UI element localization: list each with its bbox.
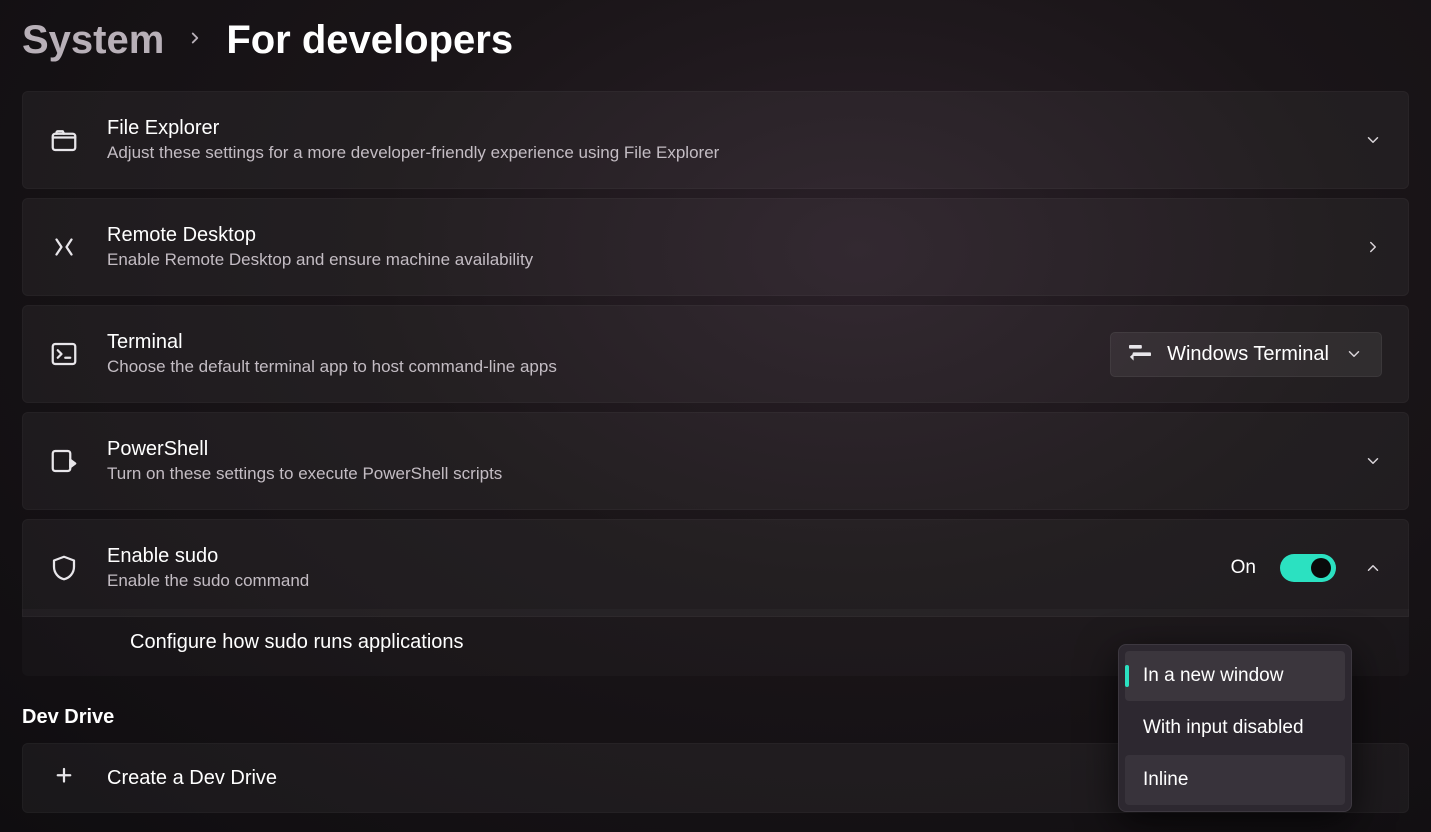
terminal-icon <box>49 339 79 369</box>
toggle-state-label: On <box>1231 557 1256 579</box>
terminal-card: Terminal Choose the default terminal app… <box>22 305 1409 403</box>
card-desc: Enable Remote Desktop and ensure machine… <box>107 250 1336 270</box>
card-desc: Adjust these settings for a more develop… <box>107 143 1336 163</box>
chevron-down-icon <box>1364 452 1382 470</box>
chevron-down-icon <box>1345 345 1363 363</box>
card-title: Remote Desktop <box>107 224 1336 247</box>
shield-icon <box>49 553 79 583</box>
popup-option-inline[interactable]: Inline <box>1125 755 1345 805</box>
folder-icon <box>49 125 79 155</box>
drive-plus-icon <box>49 764 79 794</box>
chevron-right-icon <box>1364 238 1382 256</box>
card-text: Remote Desktop Enable Remote Desktop and… <box>107 224 1336 270</box>
dropdown-value: Windows Terminal <box>1167 343 1329 366</box>
file-explorer-card[interactable]: File Explorer Adjust these settings for … <box>22 91 1409 189</box>
terminal-dropdown-wrap: Windows Terminal <box>1110 332 1382 377</box>
card-text: Enable sudo Enable the sudo command <box>107 545 1203 591</box>
terminal-app-dropdown[interactable]: Windows Terminal <box>1110 332 1382 377</box>
card-title: File Explorer <box>107 117 1336 140</box>
card-desc: Enable the sudo command <box>107 571 1203 591</box>
card-title: Enable sudo <box>107 545 1203 568</box>
page-title: For developers <box>226 18 513 63</box>
toggle-knob <box>1311 558 1331 578</box>
chevron-right-icon <box>186 24 204 58</box>
sudo-toggle-wrap: On <box>1231 554 1382 582</box>
breadcrumb-parent[interactable]: System <box>22 18 164 63</box>
card-desc: Turn on these settings to execute PowerS… <box>107 464 1336 484</box>
terminal-app-icon <box>1129 345 1151 363</box>
breadcrumb: System For developers <box>22 18 1409 63</box>
powershell-icon <box>49 446 79 476</box>
card-text: File Explorer Adjust these settings for … <box>107 117 1336 163</box>
card-title: PowerShell <box>107 438 1336 461</box>
powershell-card[interactable]: PowerShell Turn on these settings to exe… <box>22 412 1409 510</box>
card-title: Terminal <box>107 331 1082 354</box>
popup-option-new-window[interactable]: In a new window <box>1125 651 1345 701</box>
sudo-toggle[interactable] <box>1280 554 1336 582</box>
chevron-down-icon <box>1364 131 1382 149</box>
popup-option-input-disabled[interactable]: With input disabled <box>1125 703 1345 753</box>
card-text: PowerShell Turn on these settings to exe… <box>107 438 1336 484</box>
remote-desktop-card[interactable]: Remote Desktop Enable Remote Desktop and… <box>22 198 1409 296</box>
chevron-up-icon <box>1364 559 1382 577</box>
card-desc: Choose the default terminal app to host … <box>107 357 1082 377</box>
remote-desktop-icon <box>49 232 79 262</box>
sudo-mode-popup: In a new window With input disabled Inli… <box>1118 644 1352 812</box>
enable-sudo-card[interactable]: Enable sudo Enable the sudo command On <box>22 519 1409 617</box>
card-text: Terminal Choose the default terminal app… <box>107 331 1082 377</box>
